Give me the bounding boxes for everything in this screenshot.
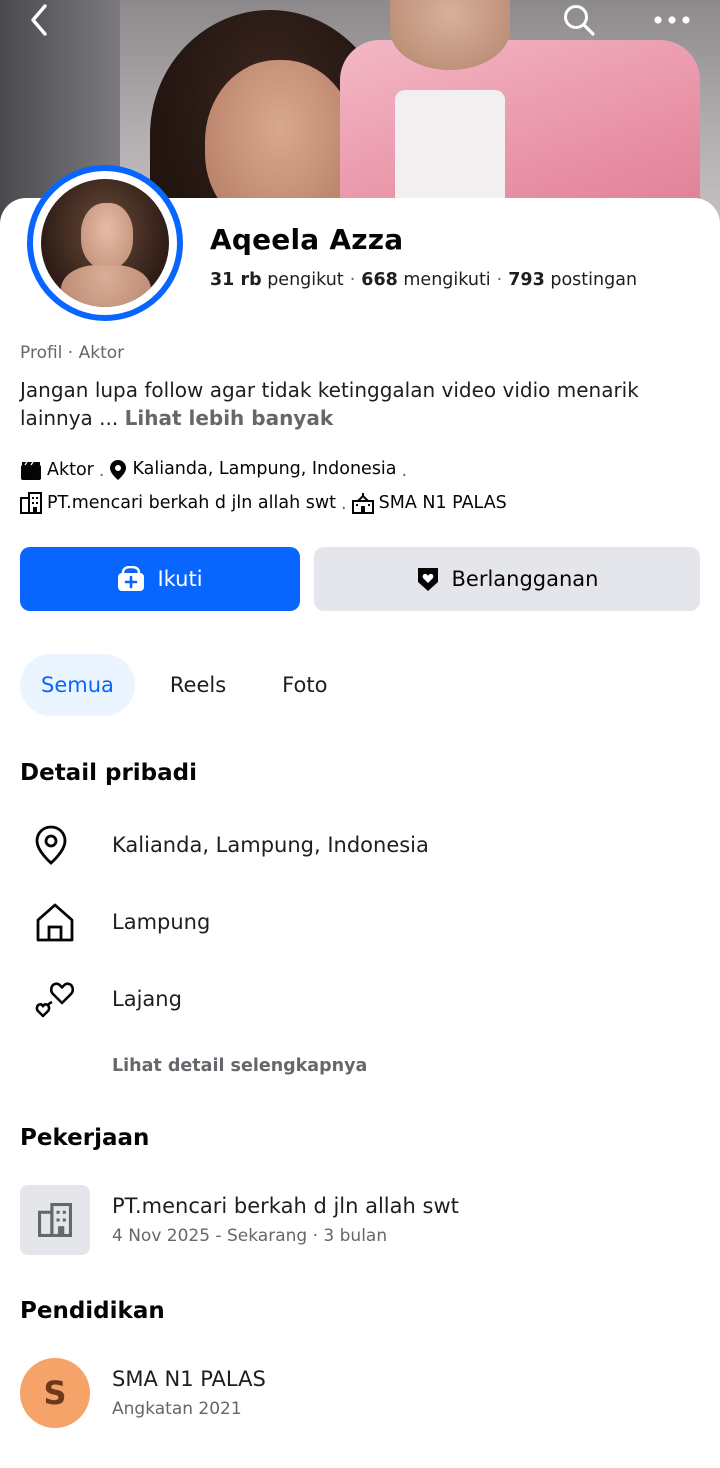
chevron-left-icon (31, 4, 47, 36)
school-class: Angkatan 2021 (112, 1399, 242, 1419)
intro-details: Aktor · Kalianda, Lampung, Indonesia · P… (20, 456, 710, 523)
profile-avatar[interactable] (27, 165, 183, 321)
hearts-icon (35, 982, 75, 1018)
more-dots-icon (654, 16, 690, 24)
location-pin-icon (110, 459, 127, 480)
detail-row-location: Kalianda, Lampung, Indonesia (20, 820, 700, 870)
following-stat[interactable]: 668 mengikuti (361, 270, 490, 290)
education-title: Pendidikan (20, 1298, 165, 1324)
posts-stat[interactable]: 793 postingan (508, 270, 637, 290)
school-avatar: S (20, 1358, 90, 1428)
see-more-details-link[interactable]: Lihat detail selengkapnya (112, 1056, 367, 1076)
intro-location: Kalianda, Lampung, Indonesia (109, 456, 397, 483)
intro-work: PT.mencari berkah d jln allah swt (20, 490, 336, 517)
tab-semua[interactable]: Semua (20, 654, 135, 716)
building-icon (20, 492, 42, 514)
clapperboard-icon (21, 461, 41, 480)
follow-icon (118, 566, 145, 591)
profile-tabs: Semua Reels Foto (20, 654, 362, 716)
tab-foto[interactable]: Foto (261, 654, 348, 716)
see-more-link[interactable]: Lihat lebih banyak (125, 406, 334, 430)
profile-name: Aqeela Azza (210, 223, 404, 256)
detail-row-relationship: Lajang (20, 974, 700, 1024)
personal-details-title: Detail pribadi (20, 760, 198, 786)
avatar-photo (41, 179, 169, 307)
profile-stats: 31 rb pengikut · 668 mengikuti · 793 posting… (210, 270, 638, 290)
work-entry[interactable]: PT.mencari berkah d jln allah swt 4 Nov … (20, 1182, 700, 1258)
intro-school: SMA N1 PALAS (351, 490, 507, 517)
tab-reels[interactable]: Reels (149, 654, 247, 716)
work-thumbnail (20, 1185, 90, 1255)
more-options-button[interactable] (648, 0, 696, 40)
education-entry[interactable]: S SMA N1 PALAS Angkatan 2021 (20, 1355, 700, 1431)
intro-role: Aktor (20, 457, 94, 484)
detail-row-hometown: Lampung (20, 897, 700, 947)
home-icon (36, 903, 74, 942)
work-period: 4 Nov 2025 - Sekarang · 3 bulan (112, 1226, 388, 1246)
profile-bio: Jangan lupa follow agar tidak ketinggala… (20, 376, 700, 432)
search-button[interactable] (555, 0, 603, 40)
work-title: Pekerjaan (20, 1125, 150, 1151)
work-company: PT.mencari berkah d jln allah swt (112, 1194, 459, 1218)
school-name: SMA N1 PALAS (112, 1367, 266, 1391)
subscribe-button[interactable]: Berlangganan (314, 547, 700, 611)
shield-heart-icon (417, 568, 438, 591)
school-icon (351, 493, 374, 514)
follow-button[interactable]: Ikuti (20, 547, 300, 611)
location-pin-icon (35, 825, 67, 865)
back-button[interactable] (16, 0, 64, 40)
search-icon (564, 5, 595, 36)
building-icon (38, 1203, 72, 1237)
profile-category: Profil · Aktor (20, 343, 125, 363)
followers-stat[interactable]: 31 rb pengikut (210, 270, 344, 290)
